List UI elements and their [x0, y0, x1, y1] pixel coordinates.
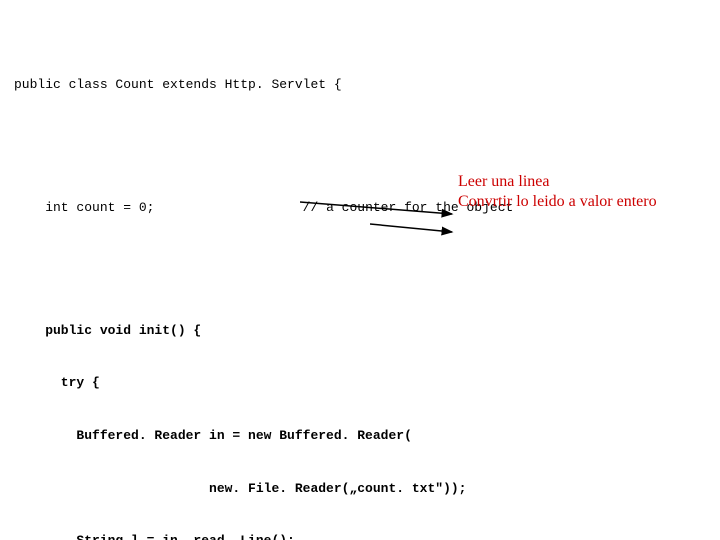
code-slide: public class Count extends Http. Servlet… — [0, 0, 720, 540]
annotation-read-line: Leer una linea — [458, 171, 550, 193]
text: try { — [14, 375, 100, 390]
text: new. File. Reader(„count. txt")); — [14, 481, 466, 496]
arrow-icon — [370, 181, 460, 275]
code-line: public void init() { — [14, 322, 720, 340]
code-line: new. File. Reader(„count. txt")); — [14, 480, 720, 498]
code-line: Buffered. Reader in = new Buffered. Read… — [14, 427, 720, 445]
code-line: public class Count extends Http. Servlet… — [14, 76, 720, 94]
annotation-convert-int: Convrtir lo leido a valor entero — [458, 191, 657, 213]
text: public void init() { — [14, 323, 201, 338]
text: public class Count extends Http. Servlet… — [14, 77, 342, 92]
code-line: try { — [14, 374, 720, 392]
code-line: String l = in. read. Line(); — [14, 532, 720, 540]
text: Buffered. Reader in = new Buffered. Read… — [14, 428, 412, 443]
text: String l = in. read. Line(); — [14, 533, 295, 540]
text: int count = 0; — [14, 200, 154, 215]
